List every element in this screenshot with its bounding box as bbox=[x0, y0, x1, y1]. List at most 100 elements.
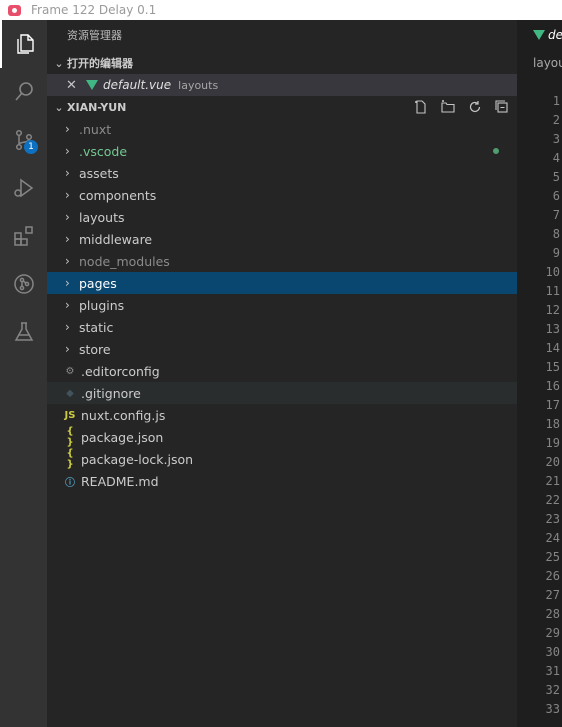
tree-folder[interactable]: › components bbox=[47, 184, 517, 206]
tree-item-label: .gitignore bbox=[81, 385, 141, 401]
open-editors-label: 打开的编辑器 bbox=[67, 57, 133, 70]
tree-folder[interactable]: › pages bbox=[47, 272, 517, 294]
chevron-right-icon: › bbox=[65, 166, 70, 180]
chevron-down-icon: ⌄ bbox=[54, 56, 64, 70]
chevron-right-icon: › bbox=[65, 144, 70, 158]
line-number: 28 bbox=[545, 607, 560, 621]
tree-item-label: README.md bbox=[81, 473, 159, 489]
collapse-all-icon[interactable] bbox=[494, 99, 510, 115]
tree-item-label: pages bbox=[79, 275, 117, 291]
source-control-icon[interactable]: 1 bbox=[0, 116, 47, 164]
activity-bar: 1 bbox=[0, 20, 47, 727]
line-number: 21 bbox=[545, 474, 560, 488]
new-file-icon[interactable] bbox=[413, 99, 429, 115]
tree-file[interactable]: ⚙ .editorconfig bbox=[47, 360, 517, 382]
line-number: 19 bbox=[545, 436, 560, 450]
chevron-right-icon: › bbox=[65, 254, 70, 268]
line-number: 4 bbox=[552, 151, 560, 165]
line-number: 15 bbox=[545, 360, 560, 374]
tree-item-label: package-lock.json bbox=[81, 451, 194, 467]
line-number: 1 bbox=[552, 94, 560, 108]
line-number: 32 bbox=[545, 683, 560, 697]
json-file-icon: { } bbox=[66, 426, 74, 448]
new-folder-icon[interactable] bbox=[440, 99, 456, 115]
explorer-icon[interactable] bbox=[0, 20, 47, 68]
close-icon[interactable]: ✕ bbox=[66, 78, 84, 93]
tree-item-label: plugins bbox=[79, 297, 125, 313]
line-number: 31 bbox=[545, 664, 560, 678]
chevron-right-icon: › bbox=[65, 122, 70, 136]
chevron-right-icon: › bbox=[65, 276, 70, 290]
tree-file[interactable]: { } package.json bbox=[47, 426, 517, 448]
line-number: 18 bbox=[545, 417, 560, 431]
tree-item-label: static bbox=[79, 319, 114, 335]
explorer-toolbar bbox=[413, 96, 510, 118]
git-graph-icon[interactable] bbox=[0, 260, 47, 308]
line-number: 33 bbox=[545, 702, 560, 716]
search-icon[interactable] bbox=[0, 68, 47, 116]
tree-folder[interactable]: › middleware bbox=[47, 228, 517, 250]
explorer-sidebar: 资源管理器 ⌄ 打开的编辑器 ✕ default.vue layouts ⌄ X… bbox=[47, 20, 517, 727]
tree-folder[interactable]: › layouts bbox=[47, 206, 517, 228]
info-icon: ⓘ bbox=[65, 477, 75, 489]
tree-file[interactable]: { } package-lock.json bbox=[47, 448, 517, 470]
window-title: Frame 122 Delay 0.1 bbox=[31, 3, 157, 17]
gear-icon: ⚙ bbox=[65, 365, 75, 377]
workspace-label: XIAN-YUN bbox=[67, 100, 127, 114]
open-editor-filename: default.vue bbox=[103, 78, 172, 92]
line-number: 13 bbox=[545, 322, 560, 336]
chevron-right-icon: › bbox=[65, 298, 70, 312]
tree-folder[interactable]: › .nuxt bbox=[47, 118, 517, 140]
open-editor-item[interactable]: ✕ default.vue layouts bbox=[47, 74, 517, 96]
breadcrumb[interactable]: layouts bbox=[533, 56, 562, 70]
window-titlebar: Frame 122 Delay 0.1 bbox=[0, 0, 562, 20]
workspace-header[interactable]: ⌄ XIAN-YUN bbox=[47, 96, 517, 118]
tree-item-label: .editorconfig bbox=[81, 363, 160, 379]
line-number: 12 bbox=[545, 303, 560, 317]
line-number: 30 bbox=[545, 645, 560, 659]
editor-tab[interactable]: default.vue bbox=[517, 20, 562, 50]
line-number: 23 bbox=[545, 512, 560, 526]
extensions-icon[interactable] bbox=[0, 212, 47, 260]
tree-item-label: components bbox=[79, 187, 157, 203]
tree-folder[interactable]: › plugins bbox=[47, 294, 517, 316]
line-number: 27 bbox=[545, 588, 560, 602]
line-number: 24 bbox=[545, 531, 560, 545]
line-number: 10 bbox=[545, 265, 560, 279]
tree-file[interactable]: ◆ .gitignore bbox=[47, 382, 517, 404]
tree-folder[interactable]: › assets bbox=[47, 162, 517, 184]
tree-item-label: package.json bbox=[81, 429, 164, 445]
explorer-title: 资源管理器 bbox=[67, 29, 122, 42]
testing-flask-icon[interactable] bbox=[0, 308, 47, 356]
tree-file[interactable]: ⓘ README.md bbox=[47, 470, 517, 492]
open-editor-folder: layouts bbox=[178, 78, 219, 92]
chevron-right-icon: › bbox=[65, 320, 70, 334]
line-number: 9 bbox=[552, 246, 560, 260]
modified-dot-icon bbox=[493, 148, 499, 154]
tree-item-label: nuxt.config.js bbox=[81, 407, 166, 423]
tree-folder[interactable]: › static bbox=[47, 316, 517, 338]
chevron-right-icon: › bbox=[65, 210, 70, 224]
tree-item-label: .vscode bbox=[79, 143, 128, 159]
tree-item-label: middleware bbox=[79, 231, 153, 247]
line-number: 8 bbox=[552, 227, 560, 241]
line-number: 22 bbox=[545, 493, 560, 507]
tree-folder[interactable]: › store bbox=[47, 338, 517, 360]
scm-badge: 1 bbox=[24, 140, 38, 154]
line-number: 2 bbox=[552, 113, 560, 127]
line-number: 29 bbox=[545, 626, 560, 640]
git-file-icon: ◆ bbox=[66, 387, 74, 399]
vue-file-icon bbox=[533, 30, 545, 40]
refresh-icon[interactable] bbox=[467, 99, 483, 115]
tree-folder[interactable]: › node_modules bbox=[47, 250, 517, 272]
open-editors-header[interactable]: ⌄ 打开的编辑器 bbox=[47, 52, 517, 74]
json-file-icon: { } bbox=[66, 448, 74, 470]
chevron-right-icon: › bbox=[65, 232, 70, 246]
line-number: 20 bbox=[545, 455, 560, 469]
line-number: 26 bbox=[545, 569, 560, 583]
chevron-right-icon: › bbox=[65, 188, 70, 202]
tree-file[interactable]: JS nuxt.config.js bbox=[47, 404, 517, 426]
tree-folder[interactable]: › .vscode bbox=[47, 140, 517, 162]
tree-item-label: node_modules bbox=[79, 253, 170, 269]
run-debug-icon[interactable] bbox=[0, 164, 47, 212]
